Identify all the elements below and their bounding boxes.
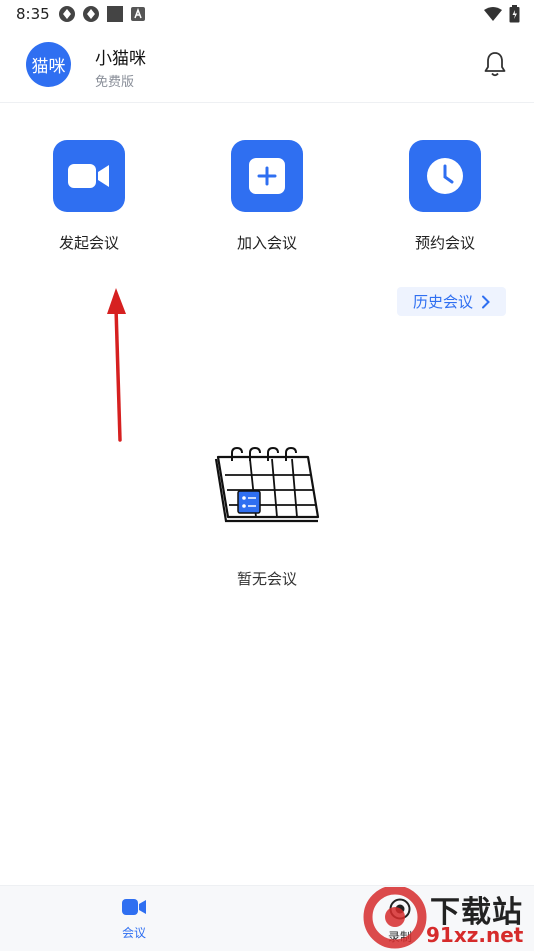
chevron-right-icon (482, 295, 490, 308)
start-meeting-button[interactable]: 发起会议 (24, 140, 154, 253)
status-time: 8:35 (16, 5, 50, 23)
app-notification-icon (83, 6, 99, 22)
tab-meetings-label: 会议 (121, 926, 146, 940)
calendar-illustration-icon (214, 447, 320, 523)
history-meetings-button[interactable]: 历史会议 (397, 287, 506, 316)
clock-icon (427, 158, 463, 194)
start-meeting-tile[interactable] (53, 140, 125, 212)
video-camera-icon (68, 164, 109, 188)
app-notification-icon (59, 6, 75, 22)
watermark-domain: 91xz.net (426, 923, 524, 947)
tab-meetings[interactable]: 会议 (94, 898, 174, 941)
square-notification-icon (107, 6, 123, 22)
status-system-icons (483, 4, 520, 24)
profile-name: 小猫咪 (95, 49, 146, 69)
schedule-meeting-label: 预约会议 (414, 234, 475, 252)
site-watermark: 下载站 91xz.net (355, 885, 534, 950)
avatar[interactable]: 猫咪 (26, 42, 71, 87)
profile-header: 猫咪 小猫咪 免费版 (0, 28, 534, 103)
join-meeting-tile[interactable] (231, 140, 303, 212)
video-camera-icon (122, 899, 146, 915)
watermark-logo-icon (363, 887, 427, 949)
status-bar: 8:35 (0, 0, 534, 28)
schedule-meeting-button[interactable]: 预约会议 (380, 140, 510, 253)
plus-icon (249, 158, 285, 194)
wifi-icon (484, 7, 502, 21)
font-notification-icon (131, 7, 145, 21)
start-meeting-label: 发起会议 (58, 234, 119, 252)
profile-plan: 免费版 (95, 75, 135, 90)
meeting-actions: 发起会议 加入会议 预约会议 (0, 140, 534, 260)
schedule-meeting-tile[interactable] (409, 140, 481, 212)
battery-icon (509, 5, 520, 23)
history-meetings-label: 历史会议 (412, 293, 473, 311)
empty-state-text: 暂无会议 (236, 570, 297, 588)
join-meeting-label: 加入会议 (236, 234, 297, 252)
join-meeting-button[interactable]: 加入会议 (202, 140, 332, 253)
bell-icon[interactable] (482, 50, 508, 78)
annotation-arrow-icon (107, 288, 126, 442)
status-notification-icons (58, 4, 146, 24)
